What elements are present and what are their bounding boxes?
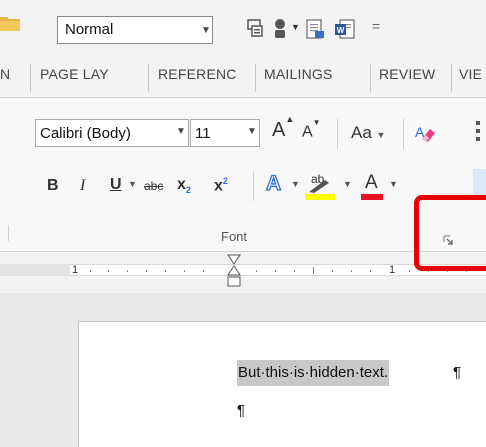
subscript-button[interactable]: x2 (177, 176, 191, 195)
tab-review[interactable]: REVIEW (379, 66, 435, 90)
superscript-label: x (214, 177, 223, 195)
tab-references[interactable]: REFERENC (158, 66, 237, 90)
superscript-button[interactable]: x2 (214, 176, 228, 195)
touch-mode-icon[interactable] (271, 18, 289, 40)
shrink-font-button[interactable]: A▼ (302, 118, 321, 141)
clear-formatting-icon[interactable]: A (413, 121, 437, 145)
tab-mailings[interactable]: MAILINGS (264, 66, 333, 90)
ruler-margin (0, 264, 70, 276)
chevron-down-icon[interactable]: ▼ (247, 126, 257, 137)
ruler-tick (275, 270, 276, 272)
ruler-tick (351, 270, 352, 272)
indent-marker-icon[interactable] (226, 253, 242, 289)
chevron-down-icon[interactable]: ▼ (128, 179, 137, 189)
ruler-tick (256, 270, 257, 272)
separator (253, 171, 254, 201)
ruler-tick (146, 270, 147, 272)
underline-button[interactable]: U (110, 176, 122, 194)
tab-separator (30, 64, 31, 92)
word-document-icon[interactable]: W (334, 18, 356, 40)
change-case-label: Aa (351, 123, 372, 142)
highlighter-pen-icon (309, 180, 329, 193)
chevron-down-icon[interactable]: ▼ (291, 22, 300, 32)
hidden-text[interactable]: But·this·is·hidden·text. (237, 360, 390, 386)
ruler-tick (332, 270, 333, 272)
font-group-label: Font (221, 229, 248, 244)
tab-view[interactable]: VIE (459, 66, 482, 90)
format-painter-icon[interactable] (246, 18, 266, 40)
change-case-button[interactable]: Aa ▼ (351, 123, 385, 143)
separator (8, 225, 9, 241)
new-document-icon[interactable] (304, 18, 326, 40)
chevron-down-icon[interactable]: ▼ (389, 179, 398, 189)
folder-icon[interactable] (0, 14, 20, 32)
paragraph-mark: ¶ (453, 364, 462, 381)
ruler-tick (184, 270, 185, 272)
highlight-color-bar (305, 194, 335, 200)
separator (337, 119, 338, 149)
document-area: But·this·is·hidden·text. ¶ ¶ (0, 293, 486, 447)
chevron-down-icon[interactable]: ▼ (176, 126, 186, 137)
ruler-tick (90, 270, 91, 272)
superscript-mark: 2 (222, 176, 228, 186)
font-color-label: A (365, 172, 378, 193)
style-value: Normal (65, 21, 114, 38)
shrink-font-icon: A (302, 123, 313, 141)
ruler-tick (127, 270, 128, 272)
highlight-button[interactable]: ab (305, 172, 341, 202)
ruler-tick (409, 270, 410, 272)
ruler-tick (108, 270, 109, 272)
text-effects-button[interactable]: A (265, 171, 281, 196)
ruler-tick (165, 270, 166, 272)
more-icon (476, 121, 480, 143)
tab-separator (255, 64, 256, 92)
ruler-number: 1 (389, 264, 396, 276)
chevron-down-icon[interactable]: ▼ (199, 20, 213, 42)
font-size-value: 11 (195, 125, 211, 142)
ribbon-tabs: N PAGE LAY REFERENC MAILINGS REVIEW VIE (0, 58, 486, 98)
strikethrough-button[interactable]: abc (144, 179, 163, 193)
style-combobox[interactable]: Normal (57, 16, 213, 44)
font-name-value: Calibri (Body) (40, 125, 131, 142)
annotation-highlight (414, 195, 486, 271)
ruler-number: 1 (72, 264, 79, 276)
tab-page-layout[interactable]: PAGE LAY (40, 66, 109, 90)
grow-font-button[interactable]: A▲ (272, 114, 294, 142)
quick-access-toolbar: Normal ▼ ▼ W = (0, 0, 486, 56)
tab-separator (370, 64, 371, 92)
bold-button[interactable]: B (47, 177, 59, 195)
subscript-mark: 2 (185, 185, 191, 196)
tab-separator (451, 64, 452, 92)
svg-text:W: W (337, 26, 345, 35)
tab-separator (148, 64, 149, 92)
chevron-down-icon[interactable]: ▼ (291, 179, 300, 189)
font-color-bar (361, 194, 383, 200)
ruler-tick (313, 267, 314, 274)
chevron-down-icon: ▼ (376, 130, 386, 140)
chevron-down-icon[interactable]: ▼ (343, 179, 352, 189)
document-page[interactable]: But·this·is·hidden·text. ¶ ¶ (78, 321, 486, 447)
ruler-tick (203, 270, 204, 272)
paragraph-mark: ¶ (237, 402, 246, 419)
subscript-label: x (177, 176, 186, 193)
grow-font-icon: A (272, 119, 286, 141)
font-color-button[interactable]: A (361, 172, 385, 202)
customize-qat-icon[interactable]: = (372, 18, 380, 34)
font-name-combobox[interactable]: Calibri (Body) ▼ (35, 119, 189, 147)
font-size-combobox[interactable]: 11 ▼ (190, 119, 260, 147)
separator (403, 119, 404, 149)
tab-design[interactable]: N (0, 66, 10, 90)
ruler-tick (370, 270, 371, 272)
italic-button[interactable]: I (80, 177, 85, 195)
ruler-tick (294, 270, 295, 272)
